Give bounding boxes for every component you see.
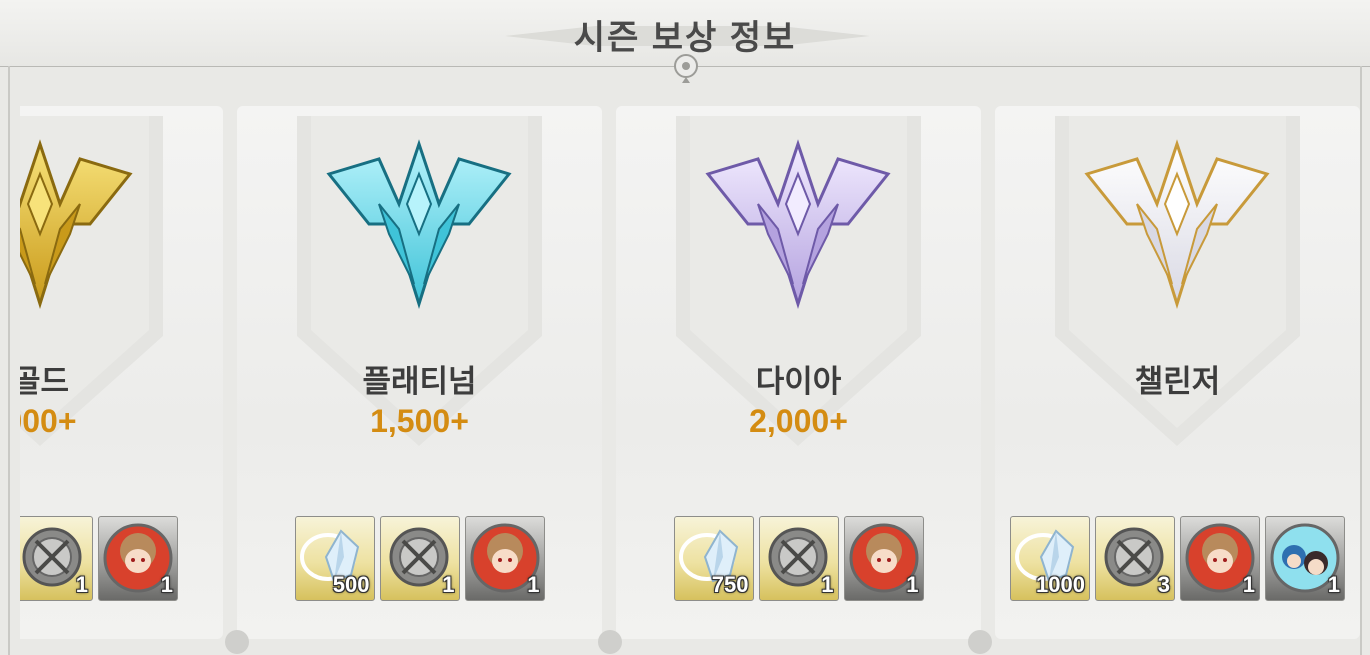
reward-quantity: 3	[1157, 572, 1170, 597]
reward-quantity: 1	[1242, 572, 1255, 597]
reward-item[interactable]: 1	[843, 516, 924, 601]
reward-item[interactable]: 3	[1095, 516, 1175, 601]
reward-item[interactable]: 1	[20, 516, 93, 601]
tier-score-threshold: 1,500+	[370, 403, 469, 439]
reward-list: 1000 3 1 1	[995, 516, 1360, 601]
reward-quantity: 1	[442, 572, 455, 597]
reward-list: 500 1 1	[237, 516, 602, 601]
gold-badge-icon	[20, 134, 140, 314]
reward-item[interactable]: 500	[294, 516, 375, 601]
card-separator	[968, 630, 992, 654]
tier-name: 플래티넘	[362, 364, 477, 399]
reward-quantity: 1	[821, 572, 834, 597]
reward-item[interactable]: 1	[464, 516, 545, 601]
reward-list: 750 1 1	[616, 516, 981, 601]
reward-item[interactable]: 1	[379, 516, 460, 601]
reward-quantity: 1	[906, 572, 919, 597]
tier-name: 골드	[20, 364, 70, 399]
reward-item[interactable]: 1	[98, 516, 178, 601]
tier-card-platinum[interactable]: 플래티넘 1,500+ 500 1 1	[237, 106, 602, 639]
platinum-badge-icon	[319, 134, 519, 314]
reward-item[interactable]: 750	[673, 516, 754, 601]
reward-item[interactable]: 1	[758, 516, 839, 601]
tier-score-threshold: 2,000+	[749, 403, 848, 439]
reward-item[interactable]: 1	[1180, 516, 1260, 601]
tier-name: 다이아	[755, 364, 842, 399]
tier-carousel[interactable]: 골드000+11 플래티넘1,500+50011 다이아2,000+75011 …	[20, 66, 1360, 655]
tier-score-threshold: 000+	[20, 403, 77, 439]
reward-item[interactable]: 1000	[1010, 516, 1090, 601]
diamond-badge-icon	[698, 134, 898, 314]
reward-quantity: 1	[1327, 572, 1340, 597]
tier-card-diamond[interactable]: 다이아 2,000+ 750 1 1	[616, 106, 981, 639]
challenger-badge-icon	[1077, 134, 1277, 314]
tier-card-challenger[interactable]: 챌린저 1000 3 1 1	[995, 106, 1360, 639]
reward-quantity: 500	[332, 572, 370, 597]
reward-quantity: 1	[527, 572, 540, 597]
tier-name: 챌린저	[1134, 364, 1221, 399]
card-separator	[598, 630, 622, 654]
reward-list: 11	[20, 516, 223, 601]
reward-quantity: 1000	[1036, 572, 1085, 597]
tier-card-gold[interactable]: 골드000+11	[20, 106, 223, 639]
reward-quantity: 750	[711, 572, 749, 597]
reward-quantity: 1	[160, 572, 173, 597]
reward-quantity: 1	[75, 572, 88, 597]
reward-item[interactable]: 1	[1265, 516, 1345, 601]
card-separator	[225, 630, 249, 654]
